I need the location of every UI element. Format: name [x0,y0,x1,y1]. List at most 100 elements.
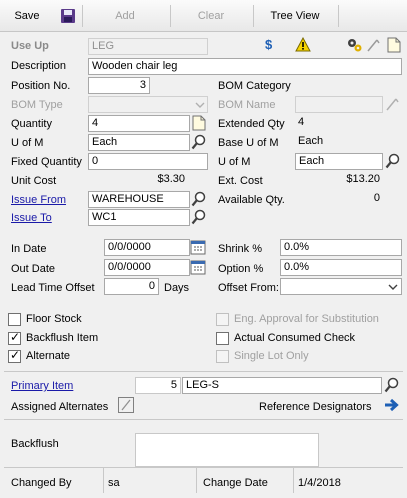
in-date-field[interactable]: 0/0/0000 [104,239,190,256]
use-up-label: Use Up [11,40,49,52]
lookup-arrow-icon [386,98,399,111]
lookup-magnifier-icon[interactable] [384,377,400,393]
arrow-right-icon[interactable] [383,397,399,413]
save-label: Save [14,10,40,22]
out-date-field[interactable]: 0/0/0000 [104,259,190,276]
note-icon[interactable] [191,115,207,131]
add-label: Add [115,10,135,22]
bom-type-label: BOM Type [11,99,63,111]
right-uofm-field[interactable]: Each [295,153,383,170]
backflush-item-checkbox[interactable]: ✓ [8,330,21,345]
tree-view-button[interactable]: Tree View [260,0,330,32]
save-button[interactable]: Save [6,0,48,32]
option-label: Option % [218,263,264,275]
chevron-down-icon [195,102,205,108]
shrink-field[interactable]: 0.0% [280,239,402,256]
changed-by-label: Changed By [11,477,72,489]
eng-approval-checkbox [216,313,229,326]
lookup-arrow-icon[interactable] [365,37,381,53]
checkmark-icon: ✓ [10,330,21,344]
reference-designators-label: Reference Designators [259,401,372,413]
fixed-qty-label: Fixed Quantity [11,156,82,168]
calendar-icon[interactable] [190,259,206,275]
unit-cost-label: Unit Cost [11,175,57,187]
changed-by-value: sa [108,477,120,489]
unit-cost-value: $3.30 [88,172,188,189]
ext-cost-value: $13.20 [295,172,383,189]
eng-approval-label: Eng. Approval for Substitution [234,313,379,325]
lookup-magnifier-icon[interactable] [191,134,207,150]
change-date-value: 1/4/2018 [298,477,341,489]
bom-category-label: BOM Category [218,80,291,92]
description-field[interactable]: Wooden chair leg [88,58,402,75]
clear-button[interactable]: Clear [178,0,244,32]
avail-qty-label: Available Qty. [218,194,285,206]
assigned-alternates-label: Assigned Alternates [11,401,109,413]
primary-item-number: 5 [135,377,181,394]
expand-arrow-icon[interactable] [118,397,134,413]
issue-from-field[interactable]: WAREHOUSE [88,191,190,208]
svg-text:$: $ [265,37,273,51]
out-date-label: Out Date [11,263,56,275]
chevron-down-icon[interactable] [386,279,400,294]
right-uofm-label: U of M [218,156,251,168]
offset-from-label: Offset From: [218,282,279,294]
offset-from-dropdown[interactable] [280,278,402,295]
alternate-checkbox[interactable]: ✓ [8,348,21,363]
checkmark-icon: ✓ [10,348,21,362]
floor-stock-checkbox[interactable] [8,313,21,326]
currency-icon[interactable]: $ [264,37,276,51]
actual-consumed-label: Actual Consumed Check [234,332,356,344]
option-field[interactable]: 0.0% [280,259,402,276]
issue-to-field[interactable]: WC1 [88,209,190,226]
lookup-magnifier-icon[interactable] [385,153,401,169]
calendar-icon[interactable] [190,239,206,255]
ext-cost-label: Ext. Cost [218,175,263,187]
single-lot-label: Single Lot Only [234,350,309,362]
avail-qty-value: 0 [295,191,383,208]
options-gear-icon[interactable] [347,37,363,53]
note-icon[interactable] [386,37,402,53]
lead-time-field[interactable]: 0 [104,278,159,295]
backflush-label: Backflush [11,438,59,450]
lead-time-label: Lead Time Offset [11,282,95,294]
description-label: Description [11,60,67,72]
quantity-label: Quantity [11,118,52,130]
shrink-label: Shrink % [218,243,263,255]
uofm-field[interactable]: Each [88,134,190,151]
base-uofm-value: Each [295,134,402,151]
issue-to-link[interactable]: Issue To [11,211,52,225]
position-field[interactable]: 3 [88,77,150,94]
bom-name-field [295,96,383,113]
in-date-label: In Date [11,243,47,255]
days-label: Days [164,282,190,294]
save-disk-icon[interactable] [60,8,76,24]
quantity-field[interactable]: 4 [88,115,190,132]
primary-item-link[interactable]: Primary Item [11,379,73,393]
base-uofm-label: Base U of M [218,137,279,149]
fixed-qty-field[interactable]: 0 [88,153,208,170]
alternate-label: Alternate [26,350,71,362]
lookup-magnifier-icon[interactable] [191,209,207,225]
actual-consumed-checkbox[interactable] [216,332,229,345]
clear-label: Clear [197,10,225,22]
tree-view-label: Tree View [270,10,320,22]
add-button[interactable]: Add [90,0,160,32]
toolbar: Save Add Clear Tree View [0,0,407,32]
bom-type-dropdown [88,96,208,113]
uofm-label: U of M [11,137,44,149]
change-date-label: Change Date [203,477,268,489]
lookup-magnifier-icon[interactable] [191,191,207,207]
ext-qty-label: Extended Qty [218,118,285,130]
position-label: Position No. [11,80,71,92]
primary-item-field[interactable]: LEG-S [182,377,382,394]
use-up-field: LEG [88,38,208,55]
ext-qty-value: 4 [295,115,402,132]
bom-category-value [295,77,402,94]
backflush-box [135,433,319,467]
backflush-item-label: Backflush Item [26,332,99,344]
warning-icon[interactable] [295,37,311,53]
issue-from-link[interactable]: Issue From [11,193,66,207]
bom-name-label: BOM Name [218,99,276,111]
single-lot-checkbox [216,350,229,363]
